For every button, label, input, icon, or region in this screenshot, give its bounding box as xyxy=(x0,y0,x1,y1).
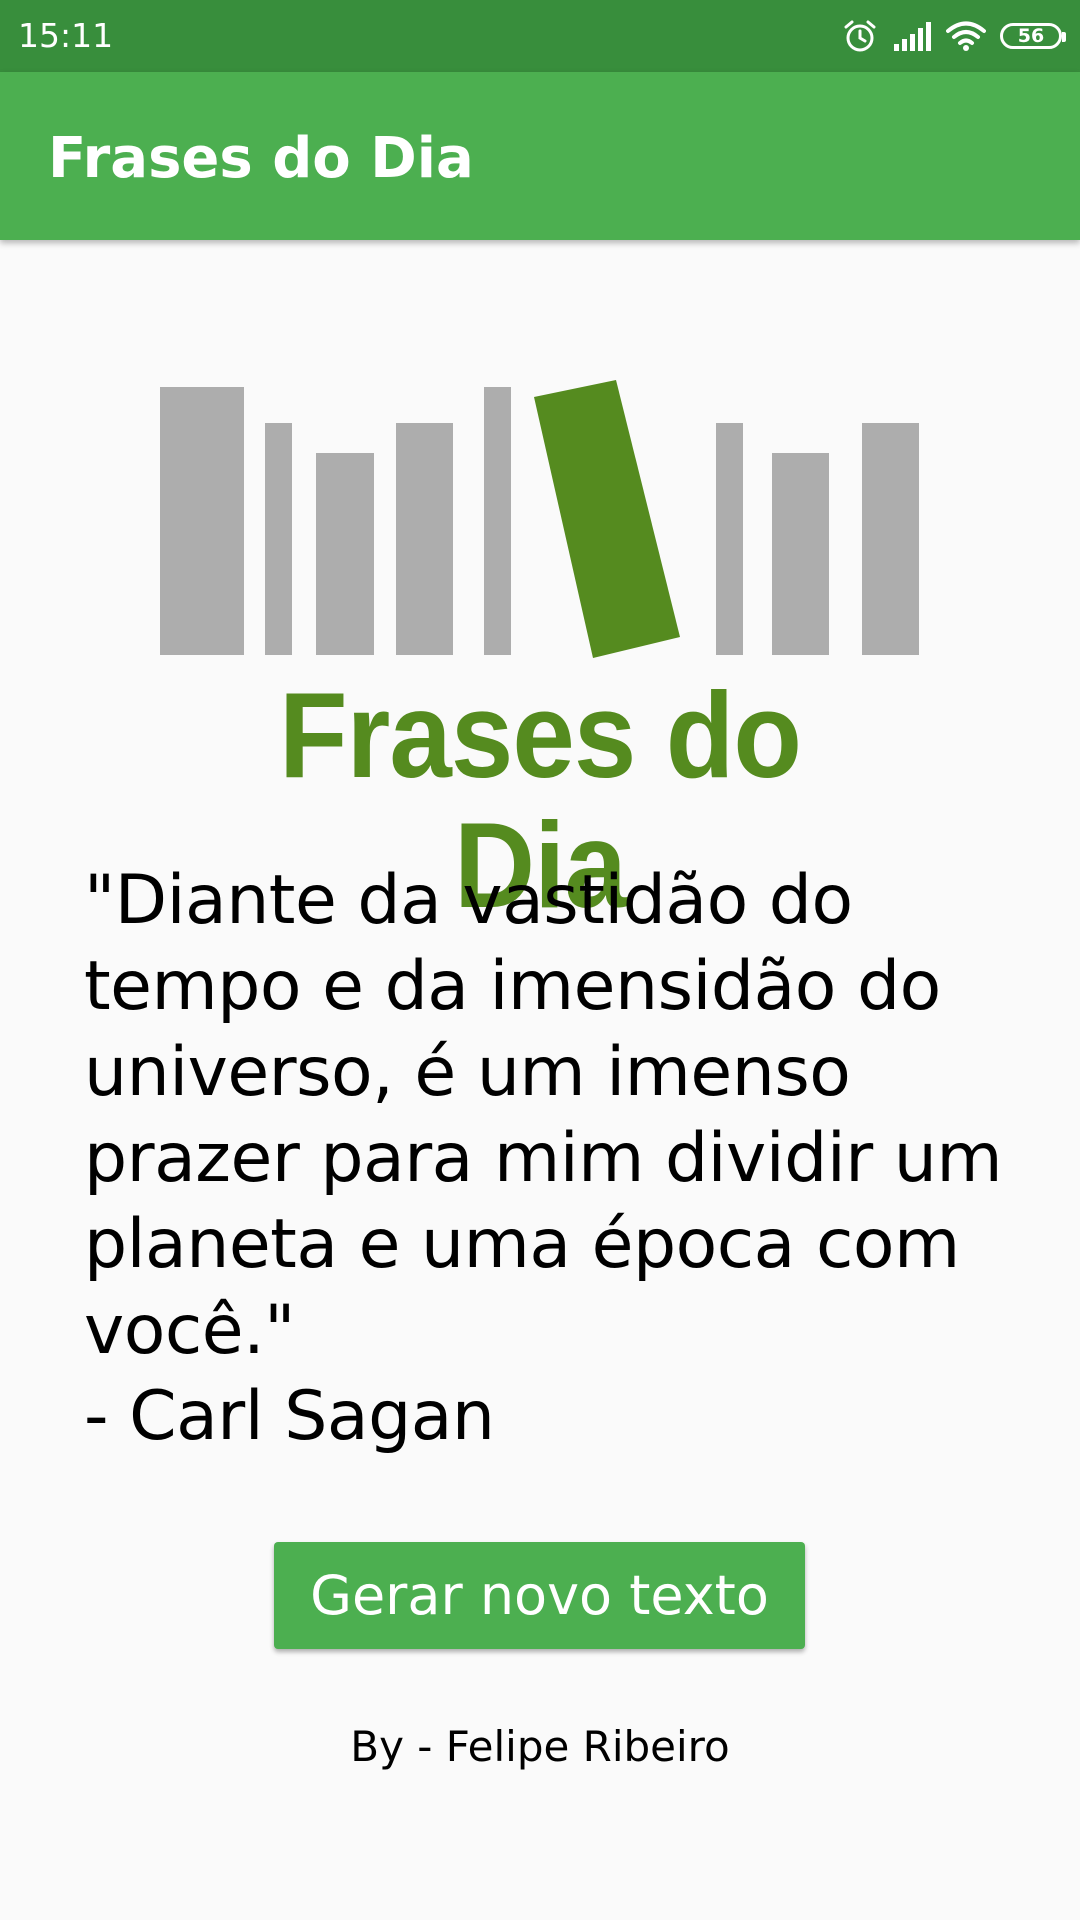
battery-icon: 56 xyxy=(1000,23,1066,49)
books-icon xyxy=(160,380,919,658)
alarm-icon xyxy=(842,18,878,54)
cell-signal-icon xyxy=(892,20,932,52)
quote-line: prazer para mim dividir um xyxy=(84,1119,1003,1198)
quote-line: universo, é um imenso xyxy=(84,1033,851,1112)
app-title: Frases do Dia xyxy=(48,126,474,191)
status-bar: 15:11 56 xyxy=(0,0,1080,72)
quote-line: planeta e uma época com xyxy=(84,1205,960,1284)
wifi-icon xyxy=(946,20,986,52)
status-icons: 56 xyxy=(842,16,1066,56)
app-bar: Frases do Dia xyxy=(0,72,1080,240)
quote-line: tempo e da imensidão do xyxy=(84,947,941,1026)
frases-do-dia-logo: Frases do Dia xyxy=(155,380,925,930)
quote-line: "Diante da vastidão do xyxy=(84,861,853,940)
quote-author: - Carl Sagan xyxy=(84,1377,495,1456)
battery-level: 56 xyxy=(1017,25,1045,47)
quote-line: você." xyxy=(84,1291,295,1370)
status-time: 15:11 xyxy=(18,16,114,55)
author-credit: By - Felipe Ribeiro xyxy=(350,1722,730,1771)
quote-text: "Diante da vastidão do tempo e da imensi… xyxy=(84,858,1014,1460)
generate-new-text-button[interactable]: Gerar novo texto xyxy=(274,1542,805,1649)
